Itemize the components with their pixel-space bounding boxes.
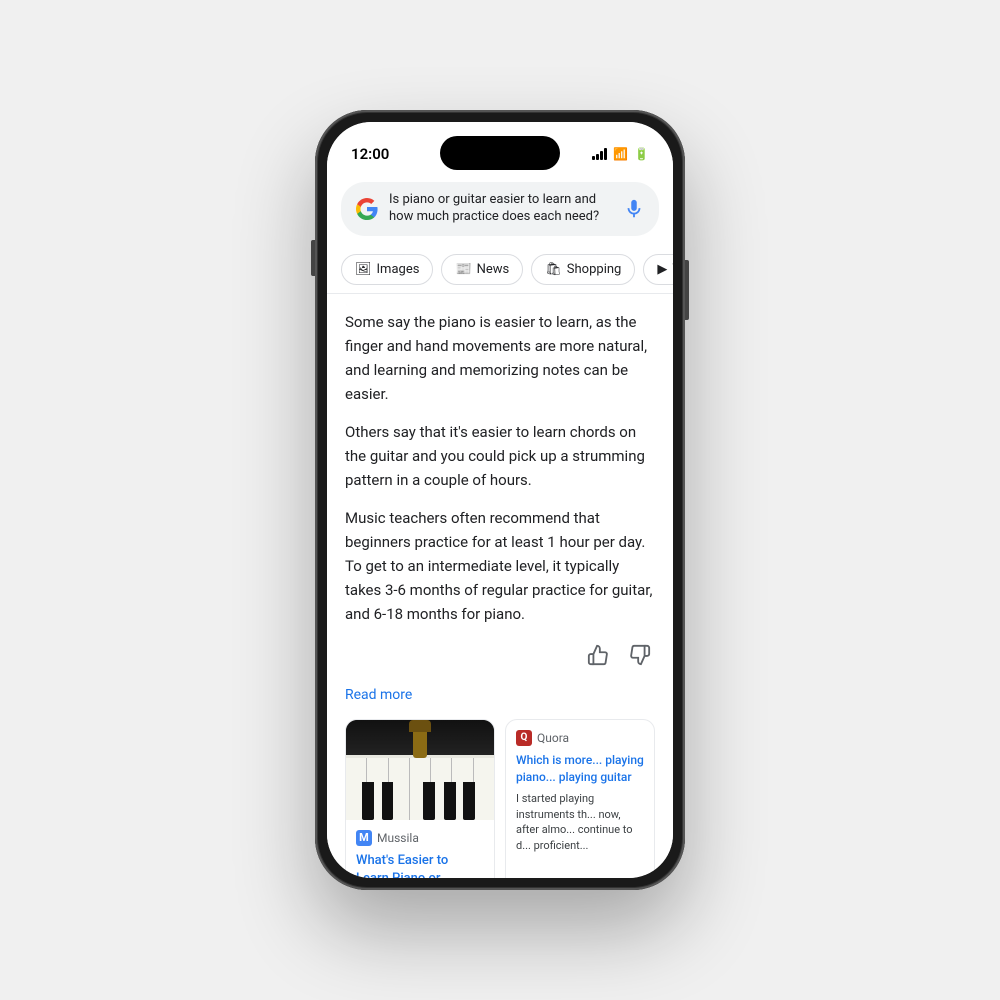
battery-icon: 🔋	[634, 147, 649, 161]
screen-content[interactable]: Is piano or guitar easier to learn and h…	[327, 172, 673, 878]
chip-shopping[interactable]: 🛍 Shopping	[531, 254, 635, 285]
card-quora[interactable]: Q Quora Which is more... playing piano..…	[505, 719, 655, 878]
answer-paragraph-1: Some say the piano is easier to learn, a…	[345, 310, 655, 406]
phone-device: 12:00 📶 🔋	[315, 110, 685, 890]
card-mussila-image	[346, 720, 494, 820]
search-query-text: Is piano or guitar easier to learn and h…	[389, 192, 613, 226]
chip-videos[interactable]: ▶ Vide...	[643, 254, 673, 285]
card-quora-title: Which is more... playing piano... playin…	[516, 752, 644, 786]
search-bar: Is piano or guitar easier to learn and h…	[327, 172, 673, 246]
chip-news-label: News	[477, 262, 510, 277]
phone-screen: 12:00 📶 🔋	[327, 122, 673, 878]
signal-icon	[592, 148, 607, 160]
chip-shopping-label: Shopping	[567, 262, 622, 277]
card-mussila-body: M Mussila What's Easier to Learn Piano o…	[346, 820, 494, 878]
chip-videos-label: Vide...	[672, 262, 673, 277]
card-quora-excerpt: I started playing instruments th... now,…	[516, 791, 644, 853]
answer-paragraph-3: Music teachers often recommend that begi…	[345, 506, 655, 626]
card-quora-source: Q Quora	[516, 730, 644, 746]
chip-images[interactable]: 🖼 Images	[341, 254, 433, 285]
chip-images-label: Images	[377, 262, 420, 277]
google-logo	[355, 197, 379, 221]
mussila-source-name: Mussila	[377, 831, 419, 845]
thumbs-down-button[interactable]	[625, 640, 655, 675]
card-mussila-source: M Mussila	[356, 830, 484, 846]
status-time: 12:00	[351, 145, 389, 163]
answer-paragraph-2: Others say that it's easier to learn cho…	[345, 420, 655, 492]
images-icon: 🖼	[355, 262, 372, 277]
search-box[interactable]: Is piano or guitar easier to learn and h…	[341, 182, 659, 236]
wifi-icon: 📶	[613, 147, 628, 161]
dynamic-island	[440, 136, 560, 170]
mussila-icon: M	[356, 830, 372, 846]
shopping-icon: 🛍	[545, 262, 562, 277]
quora-icon: Q	[516, 730, 532, 746]
video-icon: ▶	[657, 262, 667, 277]
answer-actions	[345, 640, 655, 675]
filter-chips: 🖼 Images 📰 News 🛍 Shopping ▶ Vide...	[327, 246, 673, 294]
card-quora-body: Q Quora Which is more... playing piano..…	[506, 720, 654, 863]
thumbs-up-button[interactable]	[583, 640, 613, 675]
main-content: Some say the piano is easier to learn, a…	[327, 294, 673, 878]
status-icons: 📶 🔋	[592, 147, 649, 161]
quora-source-name: Quora	[537, 731, 569, 745]
card-mussila-title: What's Easier to Learn Piano or Guitar?	[356, 852, 484, 878]
card-mussila[interactable]: M Mussila What's Easier to Learn Piano o…	[345, 719, 495, 878]
read-more-link[interactable]: Read more	[345, 687, 655, 703]
news-icon: 📰	[455, 262, 471, 277]
mic-icon[interactable]	[623, 198, 645, 220]
chip-news[interactable]: 📰 News	[441, 254, 523, 285]
cards-section: M Mussila What's Easier to Learn Piano o…	[345, 719, 655, 878]
